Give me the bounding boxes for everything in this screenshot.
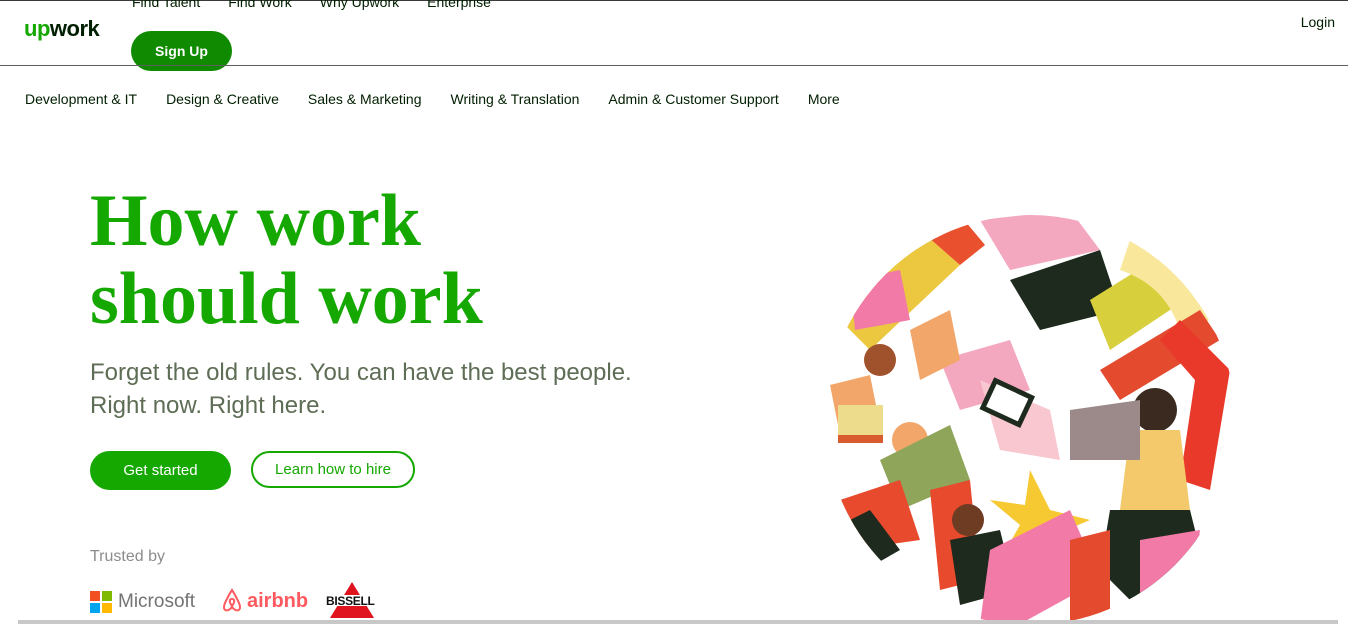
horizontal-scrollbar[interactable] xyxy=(18,620,1338,624)
category-writing-translation[interactable]: Writing & Translation xyxy=(451,91,580,107)
hero-headline: How work should work xyxy=(90,182,483,338)
bissell-logo: BISSELL xyxy=(326,582,382,625)
topnav-find-work[interactable]: Find Work xyxy=(228,0,292,10)
category-development-it[interactable]: Development & IT xyxy=(25,91,137,107)
category-admin-support[interactable]: Admin & Customer Support xyxy=(608,91,778,107)
topnav-enterprise[interactable]: Enterprise xyxy=(427,0,491,10)
topnav-find-talent[interactable]: Find Talent xyxy=(132,0,200,10)
get-started-button[interactable]: Get started xyxy=(90,451,231,490)
logo-up-part: up xyxy=(24,16,50,41)
microsoft-logo-icon xyxy=(90,591,112,613)
hero-subtitle: Forget the old rules. You can have the b… xyxy=(90,356,650,422)
airbnb-logo-icon xyxy=(222,588,242,612)
top-nav: Find Talent Find Work Why Upwork Enterpr… xyxy=(132,0,491,10)
hero-headline-line2: should work xyxy=(90,258,483,340)
login-link[interactable]: Login xyxy=(1301,14,1335,30)
category-sales-marketing[interactable]: Sales & Marketing xyxy=(308,91,422,107)
category-design-creative[interactable]: Design & Creative xyxy=(166,91,279,107)
microsoft-logo-text: Microsoft xyxy=(118,591,196,612)
upwork-logo[interactable]: upwork xyxy=(24,16,100,42)
hero-subtitle-line2: Right now. Right here. xyxy=(90,392,327,419)
header-divider xyxy=(0,65,1348,66)
airbnb-logo-text: airbnb xyxy=(247,589,309,612)
topnav-why-upwork[interactable]: Why Upwork xyxy=(320,0,399,10)
airbnb-logo: airbnb xyxy=(221,588,308,614)
hero-headline-line1: How work xyxy=(90,180,421,262)
learn-how-to-hire-button[interactable]: Learn how to hire xyxy=(251,451,415,488)
category-more[interactable]: More xyxy=(808,91,840,107)
people-illustration xyxy=(825,215,1235,624)
bissell-logo-text: BISSELL xyxy=(326,594,375,608)
microsoft-logo: Microsoft xyxy=(90,591,195,613)
hero-subtitle-line1: Forget the old rules. You can have the b… xyxy=(90,359,632,386)
category-nav: Development & IT Design & Creative Sales… xyxy=(25,91,840,107)
trusted-by-label: Trusted by xyxy=(90,548,165,565)
logo-work-part: work xyxy=(49,16,100,41)
